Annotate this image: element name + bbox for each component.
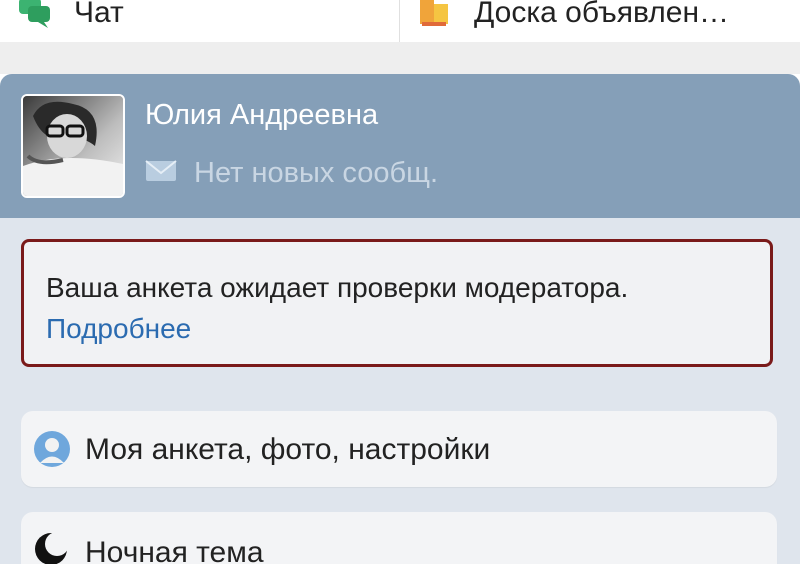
main-panel: Юлия Андреевна Нет новых сообщ. Ваша анк… [0, 74, 800, 564]
section-gap [0, 42, 800, 74]
messages-label: Нет новых сообщ. [194, 157, 439, 189]
chat-bubbles-icon [18, 0, 52, 30]
notice-more-link[interactable]: Подробнее [46, 313, 191, 345]
menu-item-my-profile[interactable]: Моя анкета, фото, настройки [21, 411, 777, 487]
notice-text: Ваша анкета ожидает проверки модератора. [46, 272, 629, 303]
profile-header[interactable]: Юлия Андреевна Нет новых сообщ. [0, 74, 800, 218]
tab-bulletin-board-label: Доска объявлен… [474, 0, 730, 29]
bulletin-board-icon [418, 0, 452, 30]
envelope-icon [145, 160, 177, 187]
menu-item-label: Моя анкета, фото, настройки [85, 433, 491, 466]
tab-divider [399, 0, 400, 42]
top-tab-bar: Чат Доска объявлен… [0, 0, 800, 43]
moderation-notice: Ваша анкета ожидает проверки модератора.… [21, 239, 773, 367]
messages-status[interactable]: Нет новых сообщ. [145, 157, 438, 190]
tab-chat[interactable]: Чат [18, 0, 124, 42]
tab-chat-label: Чат [74, 0, 124, 29]
user-profile-icon [33, 430, 71, 473]
moon-icon [33, 531, 69, 564]
avatar[interactable] [21, 94, 125, 198]
profile-name: Юлия Андреевна [145, 99, 379, 131]
menu-item-night-theme[interactable]: Ночная тема [21, 512, 777, 564]
tab-bulletin-board[interactable]: Доска объявлен… [418, 0, 729, 42]
menu-item-label: Ночная тема [85, 536, 264, 564]
